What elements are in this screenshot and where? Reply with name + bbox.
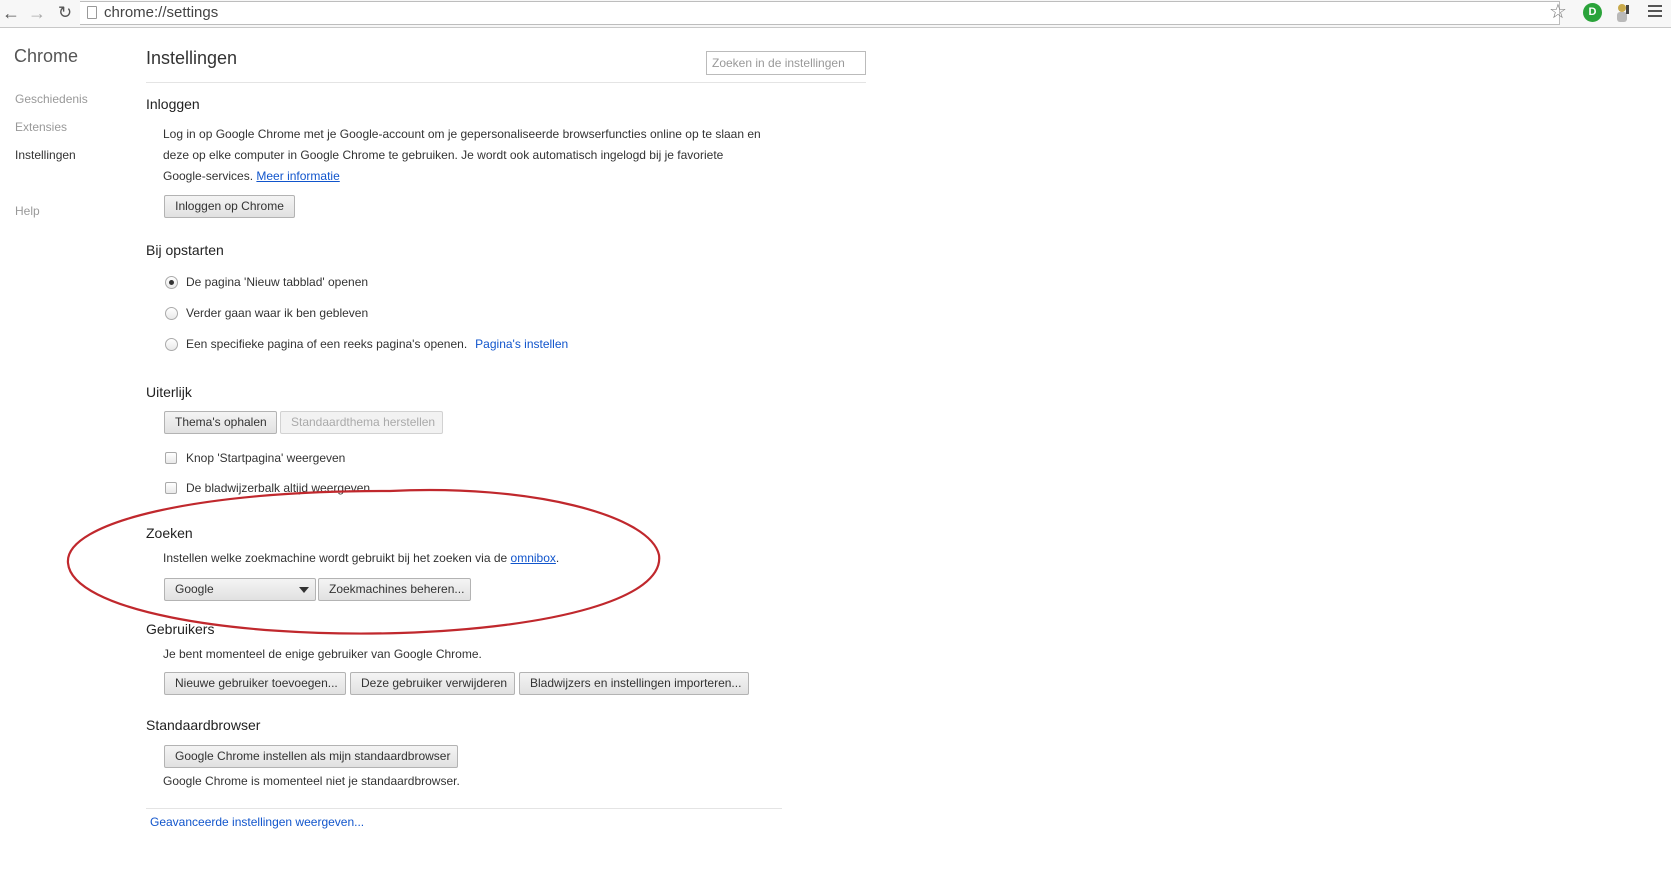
chrome-menu-icon[interactable] [1648,5,1662,20]
startup-option-label: Een specifieke pagina of een reeks pagin… [186,337,468,351]
get-themes-button[interactable]: Thema's ophalen [164,411,277,434]
settings-search-input[interactable] [707,52,865,74]
show-home-label: Knop 'Startpagina' weergeven [186,451,346,465]
import-bookmarks-button[interactable]: Bladwijzers en instellingen importeren..… [519,672,749,695]
bookmark-star-icon[interactable]: ☆ [1549,0,1567,24]
search-description-period: . [555,551,560,565]
startup-option-new-tab[interactable]: De pagina 'Nieuw tabblad' openen [165,275,368,289]
signin-line-1: Log in op Google Chrome met je Google-ac… [163,127,761,141]
search-engine-value: Google [175,582,214,596]
set-default-browser-button[interactable]: Google Chrome instellen als mijn standaa… [164,745,458,768]
signin-description: Log in op Google Chrome met je Google-ac… [163,124,761,187]
section-title-appearance: Uiterlijk [146,384,192,400]
learn-more-link[interactable]: Meer informatie [256,169,339,183]
section-title-signin: Inloggen [146,96,200,112]
startup-option-continue[interactable]: Verder gaan waar ik ben gebleven [165,306,368,320]
extension-icon[interactable]: D [1583,3,1602,22]
section-title-startup: Bij opstarten [146,242,224,258]
show-bookmarks-checkbox[interactable] [165,482,177,494]
show-home-option[interactable]: Knop 'Startpagina' weergeven [165,451,345,465]
url-text[interactable]: chrome://settings [104,2,218,24]
search-engine-select[interactable]: Google [164,578,316,601]
omnibox-link[interactable]: omnibox [511,551,556,565]
search-description: Instellen welke zoekmachine wordt gebrui… [163,548,559,569]
set-pages-link[interactable]: Pagina's instellen [475,337,568,351]
advanced-settings-link[interactable]: Geavanceerde instellingen weergeven... [150,812,364,833]
signin-button[interactable]: Inloggen op Chrome [164,195,295,218]
sidebar-brand: Chrome [14,46,79,66]
add-user-button[interactable]: Nieuwe gebruiker toevoegen... [164,672,346,695]
radio-new-tab[interactable] [165,275,178,289]
signin-line-2: deze op elke computer in Google Chrome t… [163,148,724,162]
sidebar-item-help[interactable]: Help [15,204,40,218]
section-title-default-browser: Standaardbrowser [146,717,261,733]
reset-theme-button[interactable]: Standaardthema herstellen [280,411,443,434]
startup-option-specific-pages[interactable]: Een specifieke pagina of een reeks pagin… [165,337,568,351]
section-title-users: Gebruikers [146,621,215,637]
section-title-search: Zoeken [146,525,193,541]
show-bookmarks-option[interactable]: De bladwijzerbalk altijd weergeven [165,481,370,495]
startup-option-label: De pagina 'Nieuw tabblad' openen [186,275,369,289]
search-description-text: Instellen welke zoekmachine wordt gebrui… [163,551,508,565]
signin-line-3-text: Google-services. [163,169,254,183]
user-extension-icon[interactable] [1614,3,1632,23]
manage-search-engines-button[interactable]: Zoekmachines beheren... [318,578,471,601]
show-bookmarks-label: De bladwijzerbalk altijd weergeven [186,481,371,495]
signin-line-3: Google-services. Meer informatie [163,166,761,187]
sidebar-item-extensions[interactable]: Extensies [15,120,67,134]
startup-option-label: Verder gaan waar ik ben gebleven [186,306,369,320]
sidebar-item-settings[interactable]: Instellingen [15,148,76,162]
browser-toolbar: ← → ↻ chrome://settings ☆ D [0,0,1671,28]
forward-icon[interactable]: → [26,2,48,24]
page-title: Instellingen [146,48,238,68]
default-browser-status: Google Chrome is momenteel niet je stand… [163,774,460,788]
show-home-checkbox[interactable] [165,452,177,464]
sidebar-item-history[interactable]: Geschiedenis [15,92,88,106]
page-icon [87,6,97,19]
header-divider [146,82,866,83]
footer-divider [146,808,782,809]
radio-continue[interactable] [165,306,178,320]
users-description: Je bent momenteel de enige gebruiker van… [163,647,482,661]
remove-user-button[interactable]: Deze gebruiker verwijderen [350,672,515,695]
omnibox[interactable]: chrome://settings [80,1,1560,25]
reload-icon[interactable]: ↻ [54,2,76,24]
dropdown-arrow-icon [299,587,309,593]
settings-search[interactable] [706,51,866,75]
back-icon[interactable]: ← [0,2,22,24]
radio-specific-pages[interactable] [165,337,178,351]
